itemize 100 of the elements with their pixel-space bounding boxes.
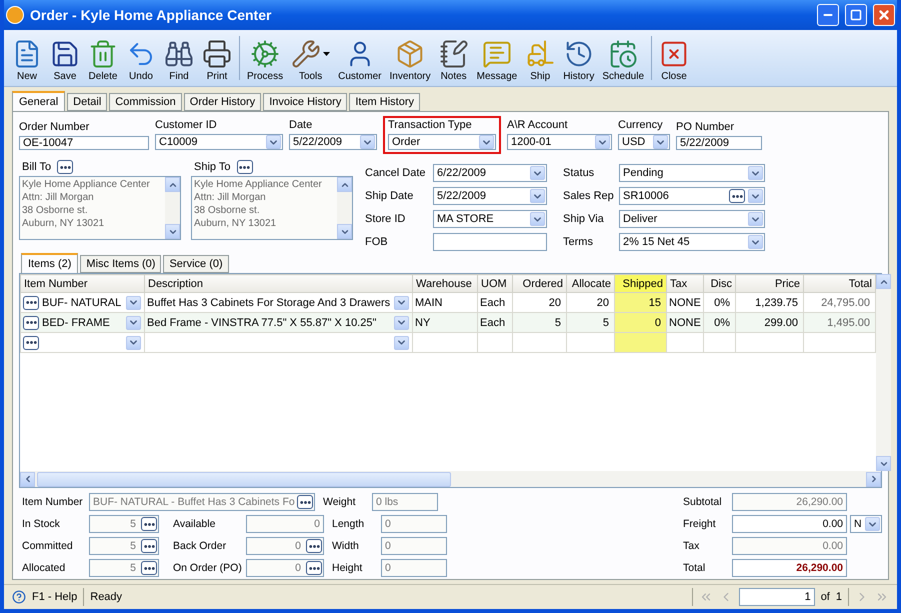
lookup-button[interactable] (57, 160, 74, 174)
combo-box[interactable]: Pending (619, 164, 765, 182)
close-button[interactable] (873, 4, 895, 26)
text-field[interactable]: 5/22/2009 (676, 136, 762, 150)
scroll-up-button[interactable] (337, 177, 352, 192)
combo-box[interactable]: Order (388, 134, 496, 150)
dropdown-button[interactable] (748, 166, 763, 180)
tab[interactable]: Misc Items (0) (80, 255, 162, 273)
lookup-button[interactable] (729, 189, 745, 203)
lookup-button[interactable] (23, 316, 39, 330)
column-header[interactable]: UOM (478, 274, 512, 292)
toolbar-button[interactable]: Print (198, 30, 236, 86)
column-header[interactable]: Warehouse (412, 274, 478, 292)
dropdown-button[interactable] (530, 166, 545, 180)
toolbar-button[interactable]: Process (243, 30, 288, 86)
dropdown-button[interactable] (530, 189, 545, 203)
lookup-button[interactable] (297, 495, 313, 509)
toolbar-button[interactable]: Save (46, 30, 84, 86)
toolbar-button[interactable]: Message (472, 30, 522, 86)
address-box[interactable]: Kyle Home Appliance Center Attn: Jill Morgan 38 Osborne st. Auburn, NY 13021 (191, 176, 353, 240)
dropdown-button[interactable] (479, 135, 494, 149)
combo-box[interactable]: SR10006 (619, 187, 765, 205)
dropdown-button[interactable] (530, 212, 545, 226)
dropdown-button[interactable] (865, 517, 880, 531)
text-field[interactable]: 5 (89, 537, 159, 555)
dropdown-button[interactable] (394, 296, 409, 310)
column-header[interactable]: Allocate (566, 274, 614, 292)
text-field[interactable]: 0 (246, 559, 324, 577)
toolbar-button[interactable]: History (559, 30, 598, 86)
combo-box[interactable]: C10009 (155, 134, 283, 150)
toolbar-button[interactable]: Close (655, 30, 694, 86)
toolbar-button[interactable]: Delete (84, 30, 122, 86)
scroll-down-button[interactable] (165, 224, 180, 239)
column-header[interactable]: Shipped (614, 274, 666, 292)
text-field[interactable]: 0 (381, 537, 447, 555)
text-field[interactable]: BUF- NATURAL - Buffet Has 3 Cabinets Fo (89, 493, 315, 511)
combo-box[interactable]: MA STORE (433, 210, 547, 228)
text-field[interactable]: 0 (246, 515, 324, 533)
dropdown-button[interactable] (266, 135, 281, 149)
scroll-up-button[interactable] (165, 177, 180, 192)
toolbar-button[interactable]: Schedule (598, 30, 648, 86)
tab[interactable]: Order History (184, 93, 262, 111)
toolbar-button[interactable]: Customer (334, 30, 386, 86)
dropdown-button[interactable] (126, 296, 141, 310)
combo-box[interactable]: 5/22/2009 (289, 134, 377, 150)
text-field[interactable]: 0 (246, 537, 324, 555)
dropdown-button[interactable] (360, 135, 375, 149)
tab[interactable]: Item History (349, 93, 420, 111)
combo-box[interactable]: Deliver (619, 210, 765, 228)
scroll-left-button[interactable] (20, 472, 35, 486)
dropdown-button[interactable] (394, 336, 409, 350)
tab[interactable]: Items (2) (21, 253, 78, 274)
dropdown-button[interactable] (653, 135, 668, 149)
dropdown-button[interactable] (595, 135, 610, 149)
combo-box[interactable]: 1200-01 (507, 134, 612, 150)
column-header[interactable]: Disc (704, 274, 736, 292)
combo-box[interactable]: 6/22/2009 (433, 164, 547, 182)
address-box[interactable]: Kyle Home Appliance Center Attn: Jill Morgan 38 Osborne st. Auburn, NY 13021 (19, 176, 181, 240)
column-header[interactable]: Price (736, 274, 804, 292)
scrollbar[interactable] (337, 177, 352, 239)
toolbar-button[interactable]: Ship (521, 30, 560, 86)
lookup-button[interactable] (236, 160, 252, 174)
scroll-right-button[interactable] (866, 472, 881, 486)
maximize-button[interactable] (845, 4, 867, 26)
text-field[interactable]: 0 lbs (372, 493, 438, 511)
dropdown-button[interactable] (394, 316, 409, 330)
text-field[interactable]: 0.00 (732, 515, 847, 533)
tab[interactable]: Commission (109, 93, 182, 111)
page-field[interactable]: 1 (738, 588, 815, 606)
lookup-button[interactable] (306, 561, 322, 575)
scroll-up-button[interactable] (876, 274, 891, 289)
text-field[interactable]: 26,290.00 (732, 493, 847, 511)
lookup-button[interactable] (306, 539, 322, 553)
scroll-down-button[interactable] (337, 224, 352, 239)
tab[interactable]: Invoice History (263, 93, 348, 111)
column-header[interactable]: Tax (666, 274, 704, 292)
text-field[interactable] (433, 233, 547, 251)
column-header[interactable]: Total (804, 274, 876, 292)
minimize-button[interactable] (817, 4, 839, 26)
lookup-button[interactable] (23, 336, 39, 350)
scrollbar[interactable] (876, 274, 891, 471)
text-field[interactable]: 5 (89, 515, 159, 533)
combo-box[interactable]: N (850, 515, 882, 533)
text-field[interactable]: OE-10047 (19, 136, 149, 150)
column-header[interactable]: Description (144, 274, 412, 292)
tab[interactable]: General (12, 91, 66, 112)
lookup-button[interactable] (141, 561, 157, 575)
toolbar-button[interactable]: New (8, 30, 46, 86)
dropdown-button[interactable] (126, 316, 141, 330)
column-header[interactable]: Item Number (20, 274, 144, 292)
dropdown-button[interactable] (748, 189, 763, 203)
toolbar-button[interactable]: Inventory (385, 30, 435, 86)
toolbar-button[interactable]: Notes (434, 30, 473, 86)
text-field[interactable]: 0 (381, 559, 447, 577)
toolbar-button[interactable]: Find (160, 30, 198, 86)
toolbar-button[interactable]: Tools (287, 30, 334, 86)
tab[interactable]: Detail (67, 93, 108, 111)
horizontal-scrollbar[interactable] (20, 471, 881, 487)
combo-box[interactable]: 5/22/2009 (433, 187, 547, 205)
combo-box[interactable]: USD (618, 134, 670, 150)
